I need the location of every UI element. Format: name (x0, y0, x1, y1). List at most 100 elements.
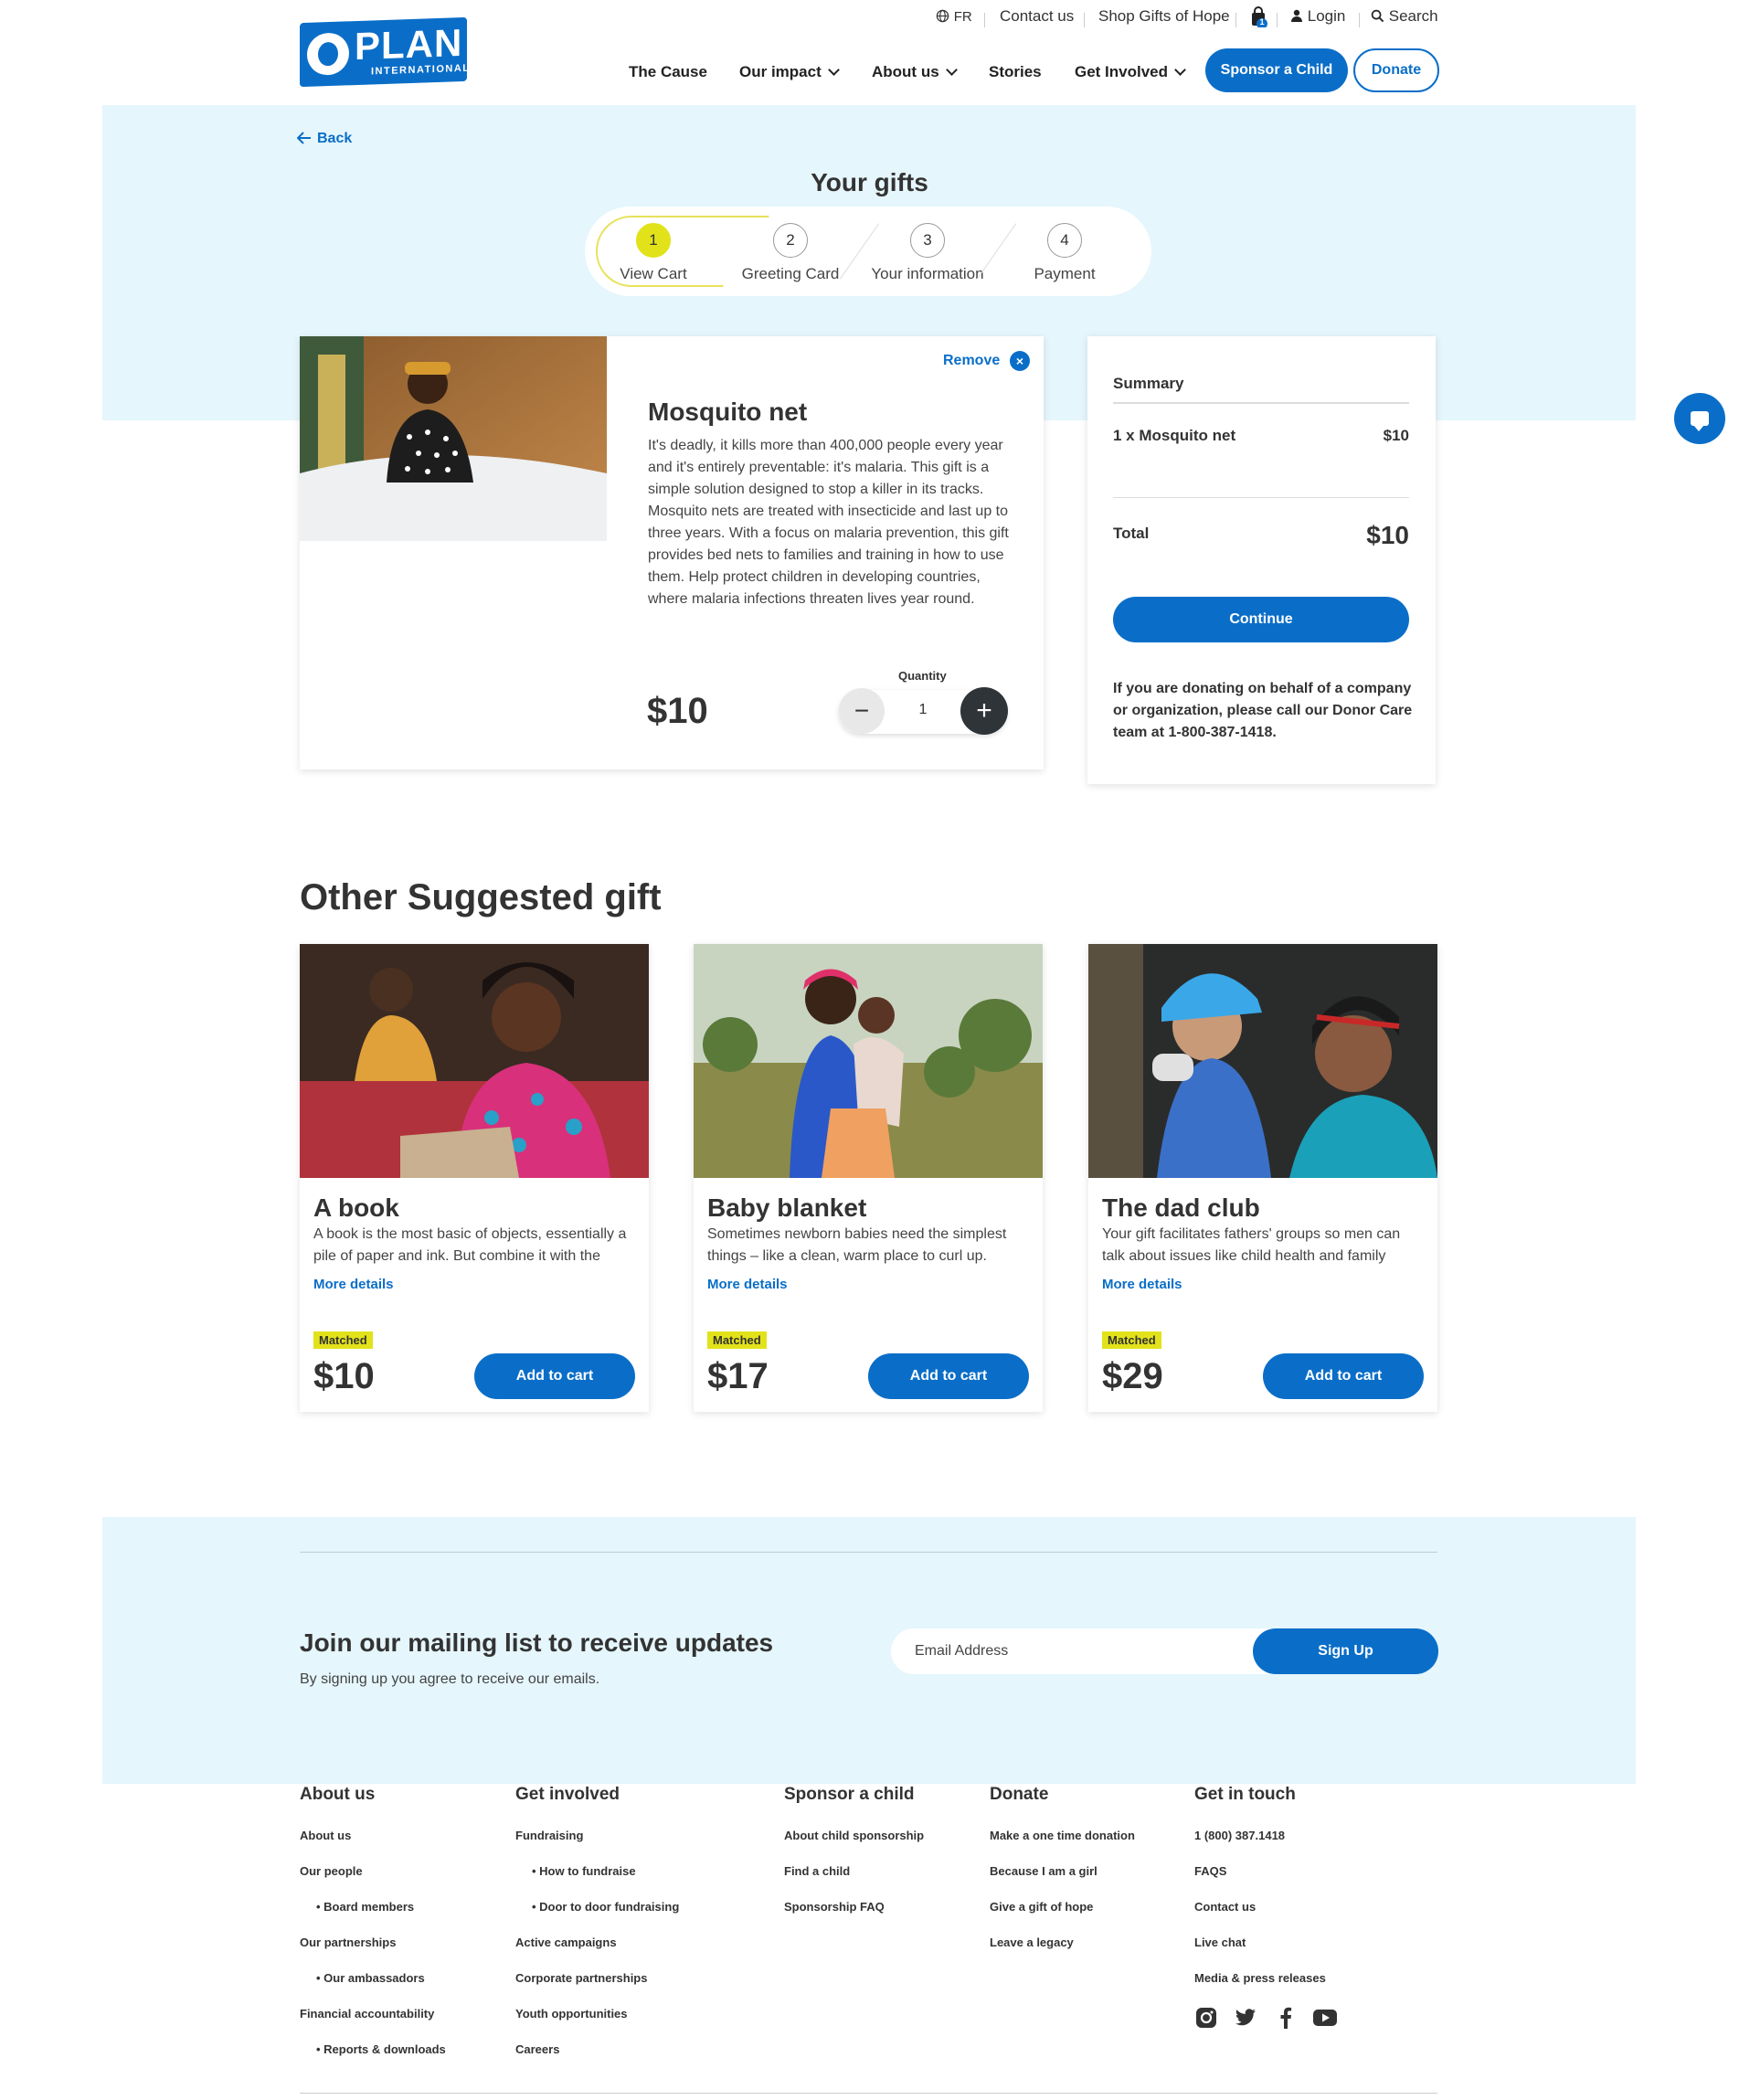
step-label: Payment (1034, 265, 1096, 282)
footer-link[interactable]: About us (300, 1818, 446, 1853)
divider (1359, 13, 1360, 27)
footer-link[interactable]: Our partnerships (300, 1925, 446, 1960)
language-label: FR (953, 9, 972, 25)
divider (1277, 13, 1278, 27)
footer-link[interactable]: Fundraising (515, 1818, 679, 1853)
back-link[interactable]: Back (296, 131, 352, 147)
youtube-icon[interactable] (1313, 2006, 1337, 2030)
more-details-link[interactable]: More details (1102, 1277, 1182, 1292)
chevron-down-icon (827, 64, 840, 76)
footer-link[interactable]: • Our ambassadors (300, 1960, 446, 1996)
search-link[interactable]: Search (1371, 7, 1438, 26)
footer-link[interactable]: Youth opportunities (515, 1996, 679, 2031)
sign-up-button[interactable]: Sign Up (1253, 1628, 1438, 1674)
footer-link[interactable]: Give a gift of hope (990, 1889, 1135, 1925)
footer-link[interactable]: Corporate partnerships (515, 1960, 679, 1996)
add-to-cart-button[interactable]: Add to cart (474, 1353, 635, 1399)
instagram-icon[interactable] (1194, 2006, 1218, 2030)
footer-col-get-in-touch: Get in touch 1 (800) 387.1418 FAQS Conta… (1194, 1785, 1326, 1996)
chat-button[interactable] (1674, 393, 1725, 444)
footer-link[interactable]: Leave a legacy (990, 1925, 1135, 1960)
gift-card-baby-blanket: Baby blanket Sometimes newborn babies ne… (694, 944, 1043, 1412)
remove-link[interactable]: Remove (943, 353, 1000, 369)
plan-logo[interactable]: PLAN INTERNATIONAL (300, 16, 471, 88)
continue-button[interactable]: Continue (1113, 597, 1409, 642)
footer-link[interactable]: Financial accountability (300, 1996, 446, 2031)
cart-button[interactable]: 1 (1249, 5, 1267, 32)
photo-illustration (694, 944, 1043, 1178)
sponsor-child-button[interactable]: Sponsor a Child (1205, 48, 1348, 92)
language-switch[interactable]: FR (936, 7, 972, 26)
chat-bubble-icon (1691, 411, 1709, 431)
footer-link[interactable]: • Board members (300, 1889, 446, 1925)
nav-our-impact[interactable]: Our impact (739, 63, 840, 81)
footer-link[interactable]: Make a one time donation (990, 1818, 1135, 1853)
divider (984, 13, 985, 27)
gift-description: A book is the most basic of objects, ess… (313, 1226, 627, 1264)
page-title: Your gifts (811, 168, 928, 196)
summary-item-price: $10 (1383, 427, 1409, 444)
footer-link[interactable]: • Door to door fundraising (515, 1889, 679, 1925)
arrow-left-icon (296, 132, 311, 144)
footer-link[interactable]: About child sponsorship (784, 1818, 924, 1853)
nav-label: About us (872, 63, 939, 80)
footer-link[interactable]: Media & press releases (1194, 1960, 1326, 1996)
step-number: 4 (1047, 223, 1082, 258)
footer-link[interactable]: Careers (515, 2031, 679, 2067)
divider (300, 2093, 1437, 2094)
nav-about-us[interactable]: About us (872, 63, 958, 81)
twitter-icon[interactable] (1234, 2006, 1257, 2030)
product-price: $10 (647, 691, 708, 731)
photo-illustration (1088, 944, 1437, 1178)
decrease-quantity-button[interactable]: − (839, 688, 885, 734)
nav-stories[interactable]: Stories (989, 63, 1042, 81)
quantity-value[interactable]: 1 (914, 702, 932, 718)
footer-link[interactable]: Contact us (1194, 1889, 1326, 1925)
footer-link[interactable]: Because I am a girl (990, 1853, 1135, 1889)
dad-club-photo (1088, 944, 1437, 1178)
add-to-cart-button[interactable]: Add to cart (1263, 1353, 1424, 1399)
logo-text: PLAN (355, 20, 463, 69)
login-link[interactable]: Login (1290, 7, 1345, 26)
footer-link[interactable]: 1 (800) 387.1418 (1194, 1818, 1326, 1853)
more-details-link[interactable]: More details (707, 1277, 788, 1292)
donate-button[interactable]: Donate (1353, 48, 1439, 92)
product-description: It's deadly, it kills more than 400,000 … (648, 438, 1009, 607)
add-to-cart-button[interactable]: Add to cart (868, 1353, 1029, 1399)
gift-price: $17 (707, 1356, 769, 1396)
footer-link[interactable]: Live chat (1194, 1925, 1326, 1960)
photo-illustration (300, 944, 649, 1178)
footer-link[interactable]: Sponsorship FAQ (784, 1889, 924, 1925)
contact-link[interactable]: Contact us (1000, 7, 1074, 26)
gift-card-book: A book A book is the most basic of objec… (300, 944, 649, 1412)
footer-heading: Get in touch (1194, 1785, 1296, 1804)
globe-icon (936, 9, 949, 23)
shop-gifts-link[interactable]: Shop Gifts of Hope (1098, 7, 1230, 26)
footer-link[interactable]: Our people (300, 1853, 446, 1889)
gift-description: Sometimes newborn babies need the simple… (707, 1226, 1007, 1264)
footer-link[interactable]: • How to fundraise (515, 1853, 679, 1889)
baby-blanket-photo (694, 944, 1043, 1178)
step-payment[interactable]: 4 Payment (996, 207, 1133, 296)
step-your-information[interactable]: 3 Your information (859, 207, 996, 296)
email-field[interactable] (891, 1628, 1275, 1674)
nav-the-cause[interactable]: The Cause (629, 63, 707, 81)
login-label: Login (1307, 7, 1346, 25)
footer-heading: Get involved (515, 1785, 620, 1804)
nav-get-involved[interactable]: Get Involved (1075, 63, 1186, 81)
suggested-title: Other Suggested gift (300, 877, 662, 917)
more-details-link[interactable]: More details (313, 1277, 394, 1292)
increase-quantity-button[interactable]: + (960, 687, 1008, 735)
close-icon[interactable]: × (1010, 351, 1030, 371)
step-label: Your information (871, 265, 984, 282)
footer-link[interactable]: Active campaigns (515, 1925, 679, 1960)
footer-link[interactable]: Find a child (784, 1853, 924, 1889)
footer-link[interactable]: • Reports & downloads (300, 2031, 446, 2067)
divider (1113, 497, 1409, 498)
summary-total-label: Total (1113, 525, 1150, 542)
divider (1113, 402, 1409, 404)
footer-link[interactable]: FAQS (1194, 1853, 1326, 1889)
search-label: Search (1388, 7, 1438, 25)
footer-col-donate: Donate Make a one time donation Because … (990, 1785, 1135, 1960)
facebook-icon[interactable] (1274, 2006, 1298, 2030)
